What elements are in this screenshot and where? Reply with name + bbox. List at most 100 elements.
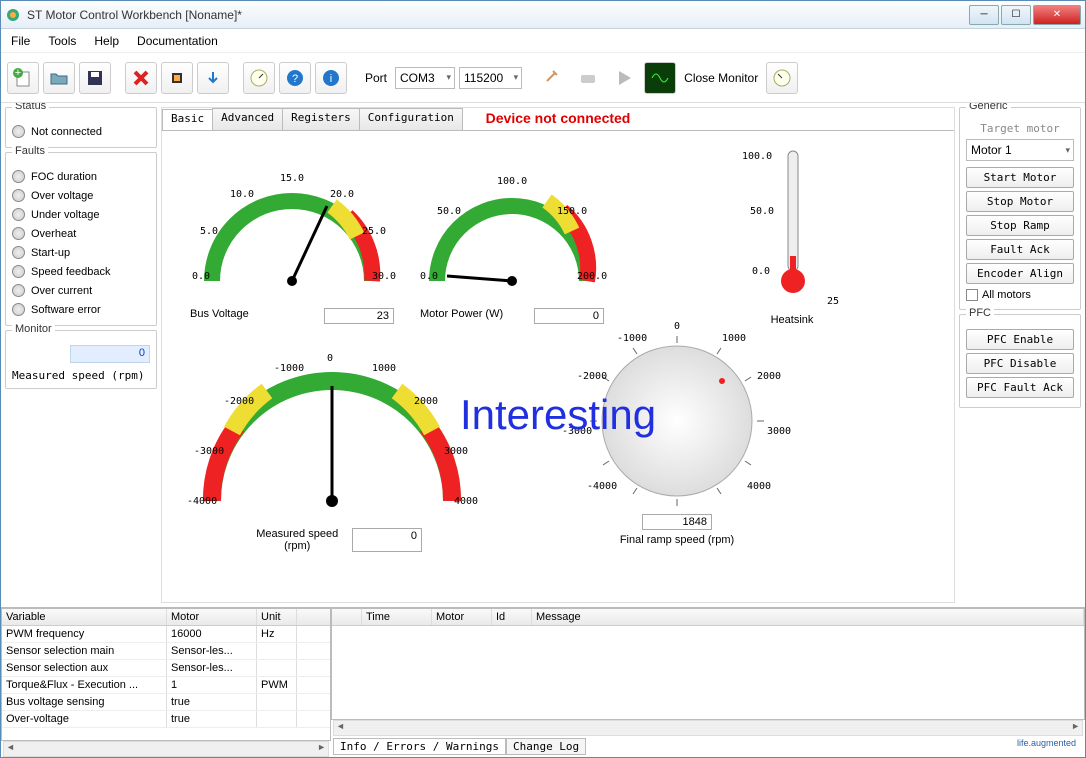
table-row[interactable]: Over-voltagetrue — [2, 711, 330, 728]
minimize-button[interactable]: ─ — [969, 5, 999, 25]
play-button[interactable] — [608, 62, 640, 94]
svg-text:?: ? — [292, 73, 298, 85]
log-hscrollbar[interactable] — [333, 720, 1083, 736]
bus-voltage-value: 23 — [324, 308, 394, 324]
scope-button[interactable] — [644, 62, 676, 94]
fault-dot-icon — [12, 189, 25, 202]
tab-advanced[interactable]: Advanced — [212, 108, 283, 130]
folder-icon — [49, 68, 69, 88]
table-row[interactable]: Sensor selection mainSensor-les... — [2, 643, 330, 660]
monitor-label: Measured speed (rpm) — [12, 369, 150, 382]
pfc-group: PFC PFC EnablePFC DisablePFC Fault Ack — [959, 314, 1081, 408]
play-icon — [613, 67, 635, 89]
ramp-speed-value[interactable]: 1848 — [642, 514, 712, 530]
question-icon: ? — [285, 68, 305, 88]
port-label: Port — [365, 71, 387, 85]
chip-button[interactable] — [161, 62, 193, 94]
generic-button[interactable]: Stop Motor — [966, 191, 1074, 212]
speed-value: 0 — [352, 528, 422, 552]
fault-row: Speed feedback — [12, 262, 150, 281]
table-row[interactable]: Sensor selection auxSensor-les... — [2, 660, 330, 677]
x-icon — [131, 68, 151, 88]
gauge-tool-button[interactable] — [243, 62, 275, 94]
app-icon — [5, 7, 21, 23]
pfc-button[interactable]: PFC Enable — [966, 329, 1074, 350]
open-button[interactable] — [43, 62, 75, 94]
generic-group: Generic Target motor Motor 1 Start Motor… — [959, 107, 1081, 310]
fault-dot-icon — [12, 170, 25, 183]
print-button[interactable] — [572, 62, 604, 94]
table-row[interactable]: Bus voltage sensingtrue — [2, 694, 330, 711]
tab-configuration[interactable]: Configuration — [359, 108, 463, 130]
menu-file[interactable]: File — [11, 34, 30, 48]
fault-dot-icon — [12, 227, 25, 240]
fault-row: Over voltage — [12, 186, 150, 205]
log-grid[interactable]: Time Motor Id Message — [331, 608, 1085, 720]
window-title: ST Motor Control Workbench [Noname]* — [27, 8, 969, 22]
svg-text:+: + — [15, 68, 21, 79]
info-button[interactable]: i — [315, 62, 347, 94]
faults-group: Faults FOC durationOver voltageUnder vol… — [5, 152, 157, 326]
status-dot-icon — [12, 125, 25, 138]
pfc-button[interactable]: PFC Disable — [966, 353, 1074, 374]
fault-dot-icon — [12, 265, 25, 278]
fault-dot-icon — [12, 246, 25, 259]
port-combo[interactable]: COM3 — [395, 67, 455, 89]
log-tab-info[interactable]: Info / Errors / Warnings — [333, 738, 506, 755]
plug-icon — [541, 67, 563, 89]
download-button[interactable] — [197, 62, 229, 94]
generic-button[interactable]: Start Motor — [966, 167, 1074, 188]
scope-icon — [650, 68, 670, 88]
motor-select[interactable]: Motor 1 — [966, 139, 1074, 161]
monitor-group: Monitor 0 Measured speed (rpm) — [5, 330, 157, 389]
help-button[interactable]: ? — [279, 62, 311, 94]
table-row[interactable]: PWM frequency16000Hz — [2, 626, 330, 643]
maximize-button[interactable]: ☐ — [1001, 5, 1031, 25]
fault-row: Overheat — [12, 224, 150, 243]
menu-tools[interactable]: Tools — [48, 34, 76, 48]
fault-dot-icon — [12, 303, 25, 316]
close-button[interactable]: ✕ — [1033, 5, 1081, 25]
close-monitor-label: Close Monitor — [684, 71, 758, 85]
svg-text:i: i — [330, 73, 332, 85]
heatsink-thermometer — [732, 141, 852, 311]
log-tab-changelog[interactable]: Change Log — [506, 738, 586, 755]
chip-icon — [167, 68, 187, 88]
fault-row: FOC duration — [12, 167, 150, 186]
fault-dot-icon — [12, 284, 25, 297]
new-button[interactable]: + — [7, 62, 39, 94]
table-row[interactable]: Torque&Flux - Execution ...1PWM — [2, 677, 330, 694]
pfc-button[interactable]: PFC Fault Ack — [966, 377, 1074, 398]
overlay-watermark: Interesting — [460, 391, 656, 439]
save-button[interactable] — [79, 62, 111, 94]
tab-basic[interactable]: Basic — [162, 109, 213, 131]
status-row: Not connected — [12, 122, 150, 141]
printer-icon — [577, 67, 599, 89]
fault-row: Under voltage — [12, 205, 150, 224]
menu-documentation[interactable]: Documentation — [137, 34, 218, 48]
gauge-tool2-button[interactable] — [766, 62, 798, 94]
gauge-icon — [249, 68, 269, 88]
fault-row: Over current — [12, 281, 150, 300]
generic-button[interactable]: Stop Ramp — [966, 215, 1074, 236]
connect-button[interactable] — [536, 62, 568, 94]
generic-button[interactable]: Encoder Align — [966, 263, 1074, 284]
menu-help[interactable]: Help — [94, 34, 119, 48]
generic-button[interactable]: Fault Ack — [966, 239, 1074, 260]
all-motors-checkbox[interactable] — [966, 289, 978, 301]
device-status-banner: Device not connected — [486, 110, 631, 126]
delete-button[interactable] — [125, 62, 157, 94]
floppy-icon — [85, 68, 105, 88]
fault-row: Software error — [12, 300, 150, 319]
gauge2-icon — [772, 68, 792, 88]
new-icon: + — [13, 68, 33, 88]
variables-grid[interactable]: Variable Motor Unit PWM frequency16000Hz… — [1, 608, 331, 741]
fault-dot-icon — [12, 208, 25, 221]
tab-registers[interactable]: Registers — [282, 108, 360, 130]
info-icon: i — [321, 68, 341, 88]
vars-hscrollbar[interactable] — [3, 741, 329, 757]
monitor-value: 0 — [70, 345, 150, 363]
baud-combo[interactable]: 115200 — [459, 67, 522, 89]
fault-row: Start-up — [12, 243, 150, 262]
arrow-down-icon — [203, 68, 223, 88]
